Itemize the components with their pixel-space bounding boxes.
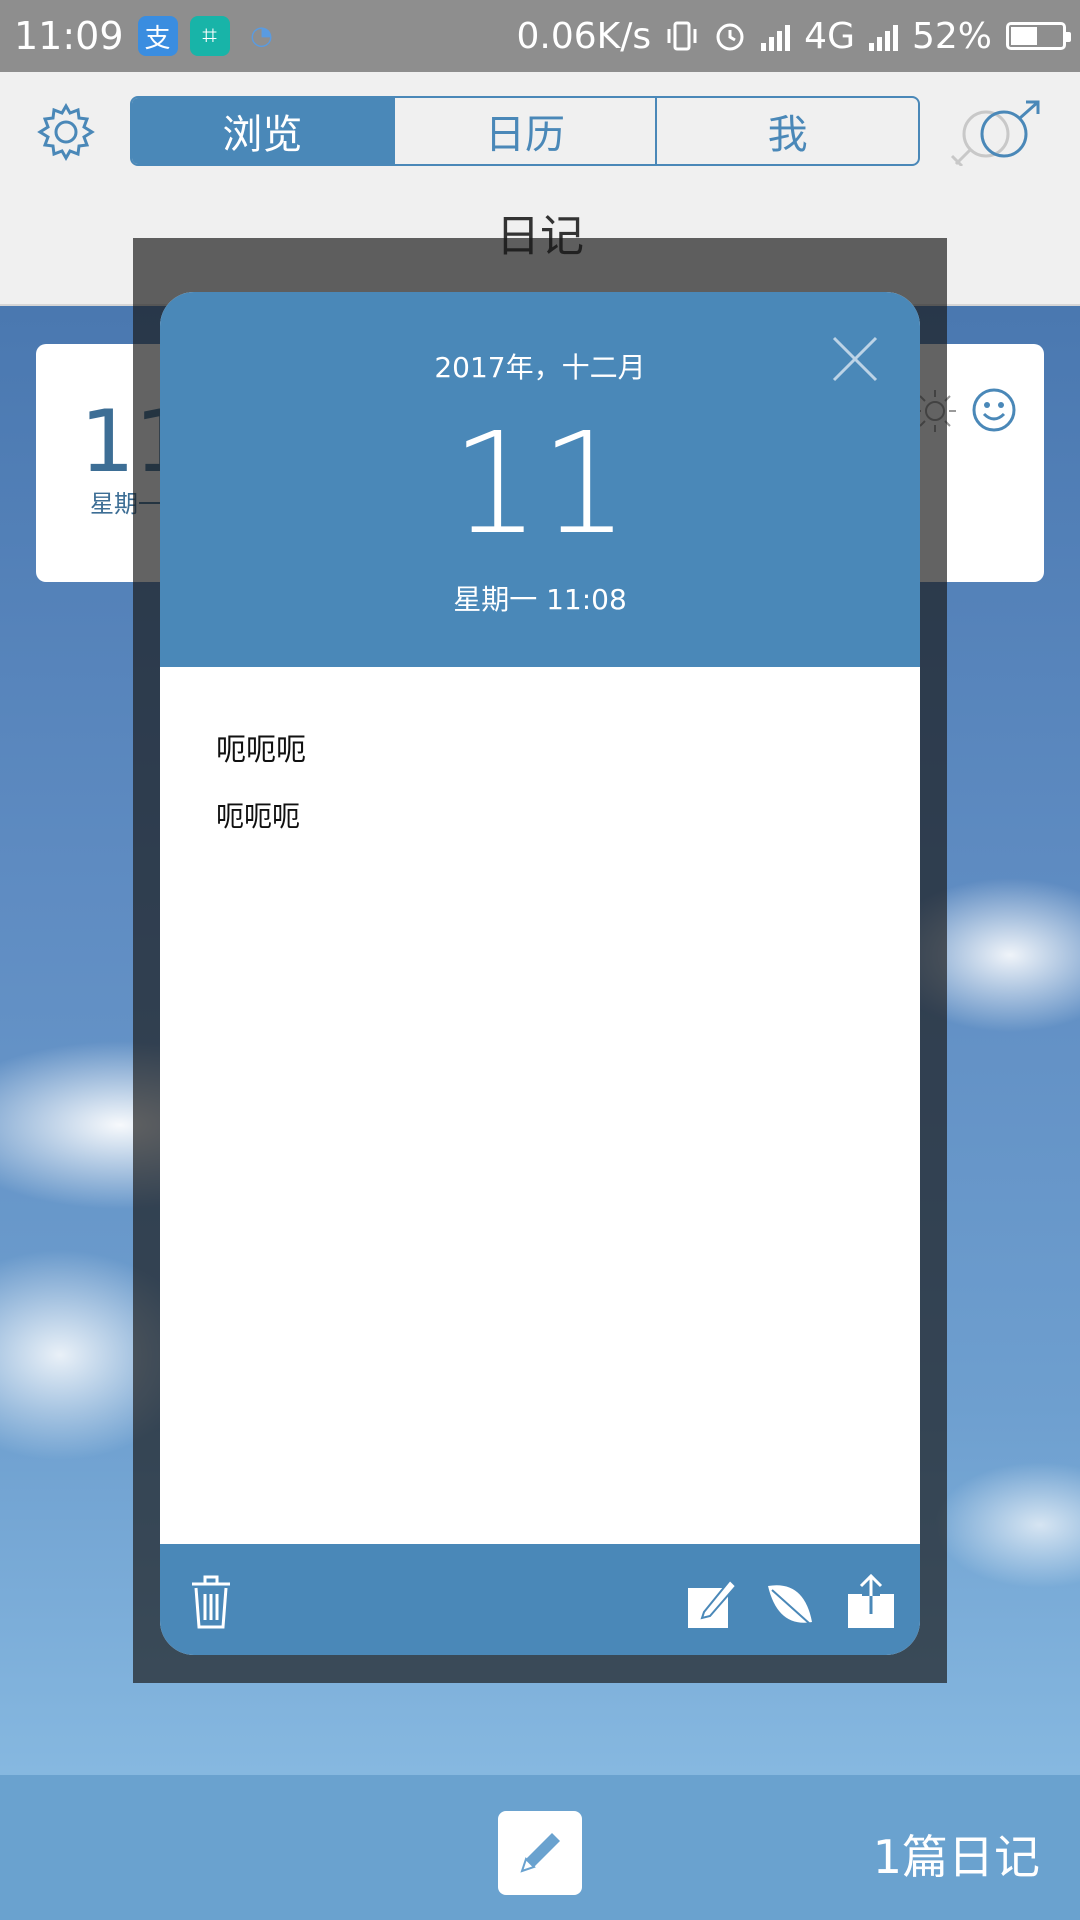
entry-header: 2017年，十二月 11 星期一 11:08 xyxy=(160,292,920,667)
entry-toolbar xyxy=(160,1544,920,1655)
network-speed: 0.06K/s xyxy=(516,15,652,57)
tab-me[interactable]: 我 xyxy=(657,98,918,164)
battery-percent: 52% xyxy=(911,15,992,57)
bottom-bar: 1篇日记 xyxy=(0,1775,1080,1920)
alarm-icon xyxy=(716,23,744,51)
leaf-icon[interactable] xyxy=(764,1574,814,1630)
close-icon[interactable] xyxy=(832,336,878,382)
share-icon[interactable] xyxy=(846,1574,896,1630)
view-tabs: 浏览 日历 我 xyxy=(130,96,920,166)
alipay-icon: 支 xyxy=(137,16,178,56)
entry-weekday-time: 星期一 11:08 xyxy=(453,583,627,616)
entry-title: 呃呃呃 xyxy=(216,733,306,768)
diary-entry-dialog: 2017年，十二月 11 星期一 11:08 呃呃呃 呃呃呃 xyxy=(160,292,920,1655)
chat-bell-icon: ◔ xyxy=(250,21,273,51)
entry-text: 呃呃呃 xyxy=(216,800,301,833)
entry-month-year: 2017年，十二月 xyxy=(434,351,646,384)
diary-count: 1篇日记 xyxy=(872,1830,1040,1884)
vibrate-icon xyxy=(667,21,697,51)
gear-icon[interactable] xyxy=(36,102,96,162)
battery-icon xyxy=(1006,22,1071,50)
gender-icon[interactable] xyxy=(948,100,1044,166)
status-bar: 11:09 支 ⌗ ◔ 0.06K/s 4G 52% xyxy=(0,0,1080,72)
scan-icon: ⌗ xyxy=(189,16,230,56)
status-time: 11:09 xyxy=(14,14,124,58)
smile-icon xyxy=(972,388,1016,432)
compose-button[interactable] xyxy=(498,1811,582,1895)
entry-body: 呃呃呃 呃呃呃 xyxy=(160,667,920,1544)
trash-icon[interactable] xyxy=(186,1574,236,1630)
signal-icon xyxy=(761,21,791,51)
edit-icon[interactable] xyxy=(686,1574,736,1630)
entry-day: 11 xyxy=(450,403,630,566)
network-type: 4G xyxy=(804,15,855,57)
pencil-icon xyxy=(520,1833,560,1873)
tab-browse[interactable]: 浏览 xyxy=(132,98,395,164)
signal-icon-2 xyxy=(868,21,898,51)
tab-calendar[interactable]: 日历 xyxy=(395,98,658,164)
